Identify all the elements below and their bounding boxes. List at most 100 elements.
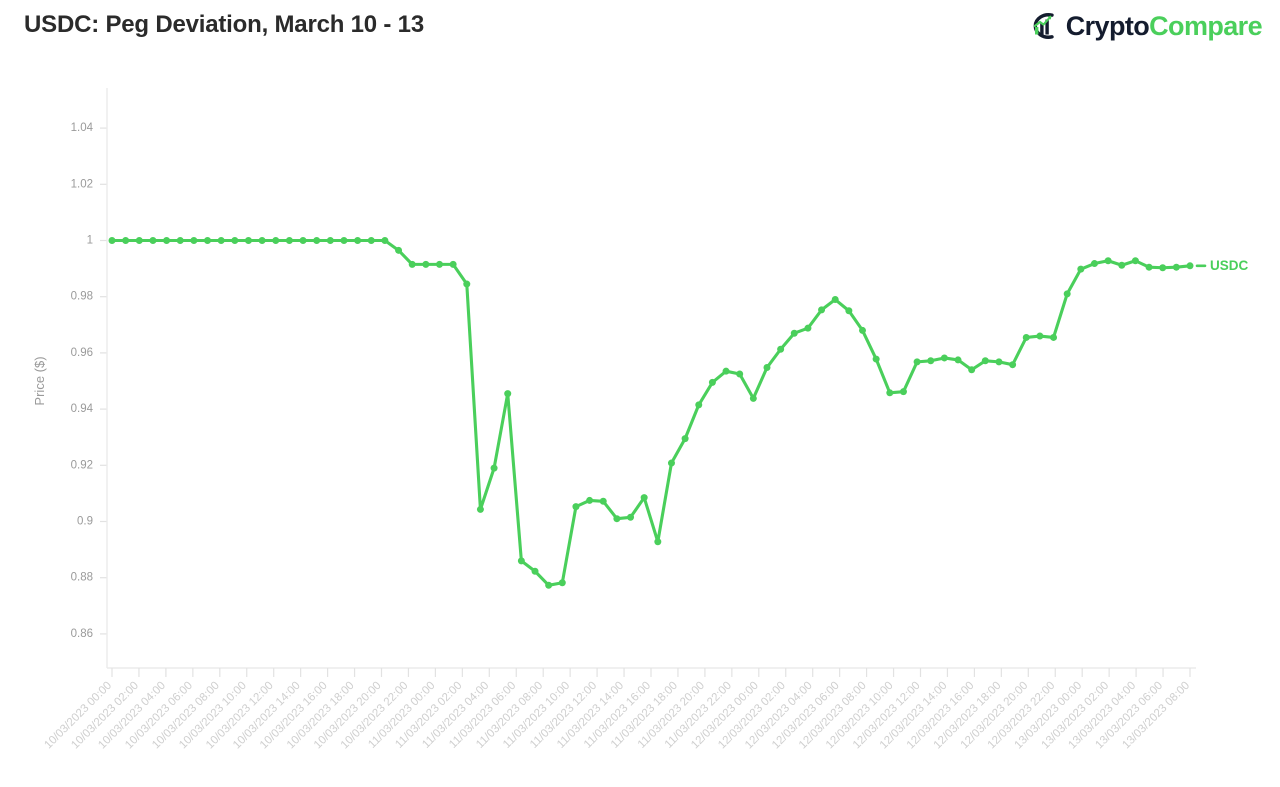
- series-data-point[interactable]: [244, 237, 252, 244]
- series-data-point[interactable]: [258, 237, 266, 244]
- series-data-point[interactable]: [313, 237, 321, 244]
- series-data-point[interactable]: [299, 237, 307, 244]
- series-data-point[interactable]: [681, 435, 689, 443]
- series-data-point[interactable]: [135, 237, 143, 244]
- y-axis-tick-labels: 0.86 0.88 0.9 0.92 0.94 0.96 0.98 1 1.02 1.04: [71, 122, 94, 640]
- series-data-point[interactable]: [190, 237, 198, 244]
- series-data-point[interactable]: [736, 370, 744, 378]
- series-data-point[interactable]: [981, 357, 989, 365]
- series-data-point[interactable]: [1104, 257, 1112, 265]
- series-data-point[interactable]: [204, 237, 212, 244]
- brand-word-crypto: Crypto: [1065, 10, 1150, 41]
- series-data-point[interactable]: [217, 237, 225, 244]
- series-data-point[interactable]: [572, 503, 580, 511]
- series-data-point[interactable]: [381, 237, 389, 244]
- series-data-point[interactable]: [340, 237, 348, 244]
- series-data-point[interactable]: [886, 389, 894, 397]
- series-data-point[interactable]: [449, 260, 457, 268]
- series-data-point[interactable]: [272, 237, 280, 244]
- y-axis-tick-label: 0.96: [71, 347, 93, 359]
- series-data-point[interactable]: [163, 237, 171, 244]
- brand-word-compare: Compare: [1149, 10, 1262, 41]
- y-axis-tick-label: 0.86: [71, 628, 93, 640]
- series-data-point[interactable]: [613, 515, 621, 523]
- series-data-point[interactable]: [995, 358, 1003, 366]
- series-data-point[interactable]: [422, 260, 430, 268]
- series-data-point[interactable]: [1036, 332, 1044, 340]
- series-data-point[interactable]: [1118, 261, 1126, 269]
- series-data-point[interactable]: [695, 401, 703, 409]
- series-data-point[interactable]: [599, 497, 607, 505]
- series-data-point[interactable]: [1009, 361, 1017, 369]
- series-data-point[interactable]: [654, 538, 662, 546]
- series-data-point[interactable]: [408, 260, 416, 268]
- y-axis-tick-label: 0.98: [71, 291, 93, 303]
- y-axis-tick-marks: [100, 127, 107, 635]
- series-markers-usdc: [108, 237, 1194, 589]
- series-data-point[interactable]: [722, 367, 730, 375]
- chart-header: USDC: Peg Deviation, March 10 - 13 Crypt…: [0, 0, 1280, 58]
- y-axis-tick-label: 1: [87, 235, 93, 247]
- y-axis-tick-label: 1.04: [71, 122, 94, 134]
- series-data-point[interactable]: [1063, 290, 1071, 298]
- series-data-point[interactable]: [1172, 263, 1180, 271]
- series-data-point[interactable]: [586, 496, 594, 504]
- series-data-point[interactable]: [1145, 263, 1153, 271]
- line-chart-svg: 0.86 0.88 0.9 0.92 0.94 0.96 0.98 1 1.02 1.04 10/…: [32, 88, 1249, 751]
- series-data-point[interactable]: [395, 246, 403, 254]
- series-data-point[interactable]: [913, 358, 921, 366]
- series-data-point[interactable]: [1077, 265, 1085, 273]
- series-data-point[interactable]: [354, 237, 362, 244]
- series-data-point[interactable]: [667, 459, 675, 467]
- series-data-point[interactable]: [968, 366, 976, 374]
- series-data-point[interactable]: [708, 378, 716, 386]
- series-data-point[interactable]: [108, 237, 116, 244]
- series-data-point[interactable]: [831, 296, 839, 304]
- legend-label-usdc: USDC: [1210, 258, 1249, 273]
- series-data-point[interactable]: [476, 505, 484, 513]
- series-data-point[interactable]: [435, 260, 443, 268]
- series-data-point[interactable]: [859, 326, 867, 334]
- series-data-point[interactable]: [326, 237, 334, 244]
- series-data-point[interactable]: [517, 557, 525, 565]
- series-data-point[interactable]: [1131, 257, 1139, 265]
- series-data-point[interactable]: [558, 579, 566, 587]
- y-axis-tick-label: 0.92: [71, 459, 93, 471]
- y-axis-tick-label: 0.88: [71, 572, 93, 584]
- brand-logo: Crypto Compare: [1022, 8, 1263, 44]
- series-data-point[interactable]: [285, 237, 293, 244]
- series-data-point[interactable]: [1186, 262, 1194, 270]
- series-data-point[interactable]: [927, 357, 935, 365]
- series-data-point[interactable]: [231, 237, 239, 244]
- series-data-point[interactable]: [845, 307, 853, 315]
- series-data-point[interactable]: [1050, 333, 1058, 341]
- series-data-point[interactable]: [1159, 264, 1167, 272]
- y-axis-tick-label: 1.02: [71, 178, 93, 190]
- y-axis-tick-label: 0.9: [77, 516, 93, 528]
- series-data-point[interactable]: [940, 354, 948, 362]
- series-data-point[interactable]: [531, 567, 539, 575]
- series-data-point[interactable]: [954, 356, 962, 364]
- series-data-point[interactable]: [899, 388, 907, 396]
- series-data-point[interactable]: [490, 464, 498, 472]
- series-data-point[interactable]: [149, 237, 157, 244]
- series-data-point[interactable]: [749, 394, 757, 402]
- series-data-point[interactable]: [640, 494, 648, 502]
- series-data-point[interactable]: [176, 237, 184, 244]
- series-data-point[interactable]: [818, 306, 826, 314]
- series-data-point[interactable]: [763, 364, 771, 372]
- series-data-point[interactable]: [790, 329, 798, 337]
- series-data-point[interactable]: [1090, 260, 1098, 268]
- series-data-point[interactable]: [872, 355, 880, 363]
- series-data-point[interactable]: [777, 345, 785, 353]
- series-data-point[interactable]: [463, 280, 471, 288]
- series-data-point[interactable]: [1022, 333, 1030, 341]
- chart-circle-icon: [1033, 13, 1054, 39]
- series-data-point[interactable]: [627, 513, 635, 521]
- series-data-point[interactable]: [504, 390, 512, 398]
- series-data-point[interactable]: [122, 237, 130, 244]
- page-title: USDC: Peg Deviation, March 10 - 13: [24, 11, 424, 38]
- series-data-point[interactable]: [545, 581, 553, 589]
- series-data-point[interactable]: [804, 324, 812, 332]
- series-data-point[interactable]: [367, 237, 375, 244]
